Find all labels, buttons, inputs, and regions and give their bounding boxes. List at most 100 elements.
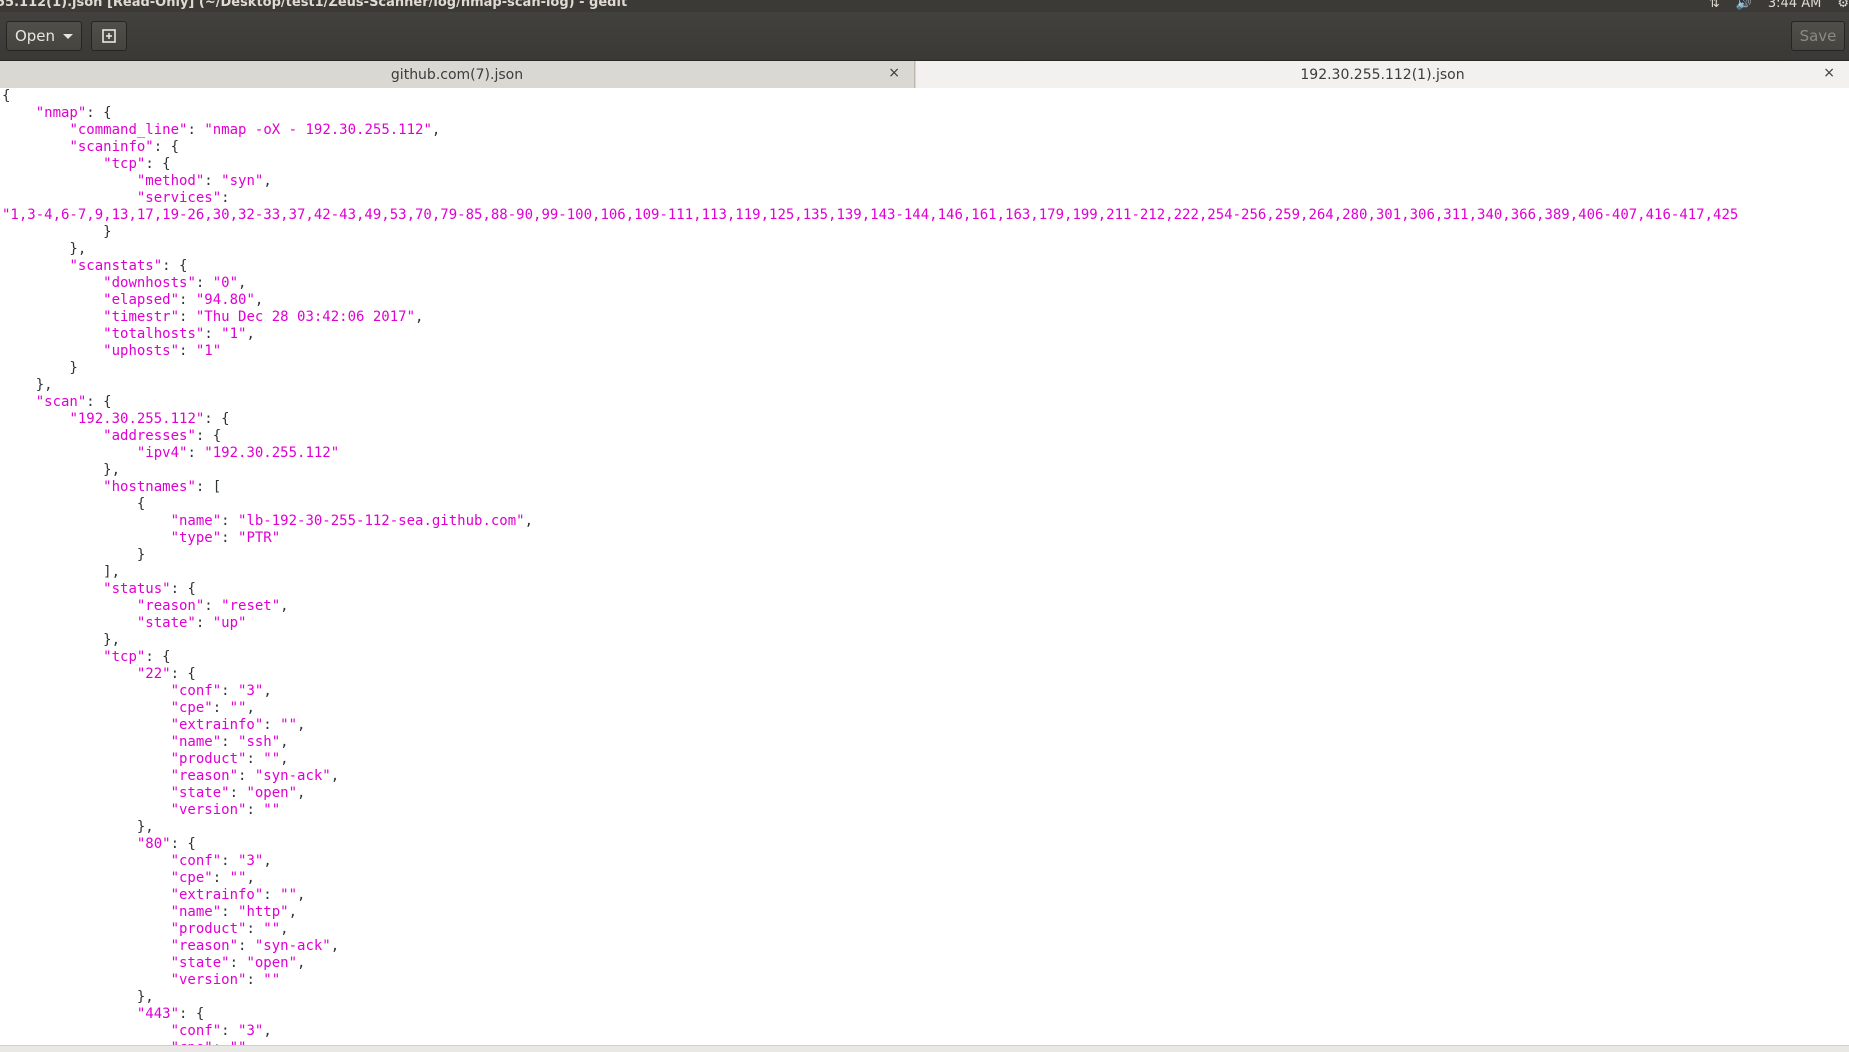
punctuation-token: : { xyxy=(170,666,196,682)
string-token: "name" xyxy=(170,904,222,920)
tab-label: 192.30.255.112(1).json xyxy=(1300,66,1465,83)
punctuation-token: , xyxy=(254,292,264,308)
code-line: }, xyxy=(2,819,1849,836)
string-token: "extrainfo" xyxy=(170,887,264,903)
string-token: "product" xyxy=(170,921,247,937)
code-view[interactable]: { "nmap": { "command_line": "nmap -oX - … xyxy=(0,88,1849,1046)
punctuation-token: : xyxy=(204,598,222,614)
string-token: "" xyxy=(263,921,281,937)
string-token: "192.30.255.112" xyxy=(69,411,205,427)
string-token: "" xyxy=(229,700,247,716)
string-token: "cpe" xyxy=(170,870,213,886)
punctuation-token: : xyxy=(263,887,281,903)
new-tab-button[interactable] xyxy=(91,21,127,51)
punctuation-token xyxy=(2,1006,137,1022)
code-line: }, xyxy=(2,989,1849,1006)
string-token: "1" xyxy=(195,343,222,359)
gedit-window: 55.112(1).json [Read-Only] (~/Desktop/te… xyxy=(0,0,1849,1052)
punctuation-token: , xyxy=(263,683,272,699)
punctuation-token: : xyxy=(204,326,222,342)
string-token: "name" xyxy=(170,734,222,750)
punctuation-token xyxy=(2,870,171,886)
string-token: "status" xyxy=(103,581,171,597)
code-line: "ipv4": "192.30.255.112" xyxy=(2,445,1849,462)
punctuation-token: : xyxy=(204,173,222,189)
punctuation-token xyxy=(2,1023,171,1039)
string-token: "extrainfo" xyxy=(170,717,264,733)
code-line: "state": "up" xyxy=(2,615,1849,632)
punctuation-token: : xyxy=(221,683,239,699)
open-button[interactable]: Open xyxy=(6,21,82,51)
open-button-label: Open xyxy=(14,27,56,45)
code-line: "80": { xyxy=(2,836,1849,853)
punctuation-token xyxy=(2,275,103,291)
punctuation-token: , xyxy=(280,734,289,750)
code-line: "nmap": { xyxy=(2,105,1849,122)
string-token: "method" xyxy=(136,173,205,189)
punctuation-token xyxy=(2,666,137,682)
punctuation-token xyxy=(2,122,69,138)
punctuation-token: : { xyxy=(204,411,230,427)
code-line: "conf": "3", xyxy=(2,683,1849,700)
punctuation-token xyxy=(2,309,103,325)
punctuation-token: : xyxy=(187,445,205,461)
string-token: "syn-ack" xyxy=(254,768,331,784)
volume-icon[interactable]: 🔊 xyxy=(1736,0,1752,11)
punctuation-token: : xyxy=(179,309,196,325)
punctuation-token: : xyxy=(246,751,264,767)
punctuation-token xyxy=(2,428,103,444)
text-editor[interactable]: { "nmap": { "command_line": "nmap -oX - … xyxy=(0,88,1849,1046)
string-token: "http" xyxy=(238,904,289,920)
save-button[interactable]: Save xyxy=(1791,21,1845,51)
punctuation-token xyxy=(2,938,171,954)
tab-github-json[interactable]: github.com(7).json × xyxy=(0,61,915,88)
string-token: "command_line" xyxy=(69,122,188,138)
string-token: "reason" xyxy=(170,768,239,784)
punctuation-token xyxy=(2,258,69,274)
code-line: }, xyxy=(2,462,1849,479)
string-token: "1" xyxy=(221,326,247,342)
horizontal-scrollbar[interactable] xyxy=(0,1045,1849,1052)
string-token: "" xyxy=(280,887,298,903)
close-icon[interactable]: × xyxy=(1823,65,1835,81)
code-line: "conf": "3", xyxy=(2,1023,1849,1040)
punctuation-token: , xyxy=(288,904,298,920)
punctuation-token: : { xyxy=(145,156,171,172)
top-panel: 55.112(1).json [Read-Only] (~/Desktop/te… xyxy=(0,0,1849,12)
close-icon[interactable]: × xyxy=(888,65,900,81)
punctuation-token xyxy=(2,581,103,597)
string-token: "" xyxy=(280,717,298,733)
network-icon[interactable]: ⇅ xyxy=(1709,0,1720,11)
punctuation-token: }, xyxy=(2,819,154,835)
window-title: 55.112(1).json [Read-Only] (~/Desktop/te… xyxy=(0,0,628,10)
punctuation-token xyxy=(2,955,171,971)
code-line: "elapsed": "94.80", xyxy=(2,292,1849,309)
gear-icon[interactable]: ⚙ xyxy=(1837,0,1849,11)
code-line: "product": "", xyxy=(2,921,1849,938)
tab-ip-json[interactable]: 192.30.255.112(1).json × xyxy=(916,61,1849,88)
code-line: "name": "lb-192-30-255-112-sea.github.co… xyxy=(2,513,1849,530)
code-line: "services": xyxy=(2,190,1849,207)
string-token: "22" xyxy=(136,666,171,682)
string-token: "version" xyxy=(170,802,247,818)
string-token: "tcp" xyxy=(103,156,146,172)
string-token: "downhosts" xyxy=(103,275,196,291)
code-line: "timestr": "Thu Dec 28 03:42:06 2017", xyxy=(2,309,1849,326)
punctuation-token xyxy=(2,904,171,920)
code-line: { xyxy=(2,88,1849,105)
punctuation-token: , xyxy=(297,887,306,903)
punctuation-token xyxy=(2,649,103,665)
clock[interactable]: 3:44 AM xyxy=(1768,0,1821,11)
code-line: "scaninfo": { xyxy=(2,139,1849,156)
punctuation-token xyxy=(2,479,103,495)
punctuation-token: : { xyxy=(153,139,180,155)
string-token: "conf" xyxy=(170,1023,222,1039)
punctuation-token: , xyxy=(246,700,255,716)
punctuation-token: : xyxy=(238,768,255,784)
header-bar: Open Save xyxy=(0,12,1849,61)
code-line: "totalhosts": "1", xyxy=(2,326,1849,343)
punctuation-token: : { xyxy=(162,258,188,274)
string-token: "lb-192-30-255-112-sea.github.com" xyxy=(238,513,525,529)
punctuation-token: ], xyxy=(2,564,121,580)
code-line: ], xyxy=(2,564,1849,581)
